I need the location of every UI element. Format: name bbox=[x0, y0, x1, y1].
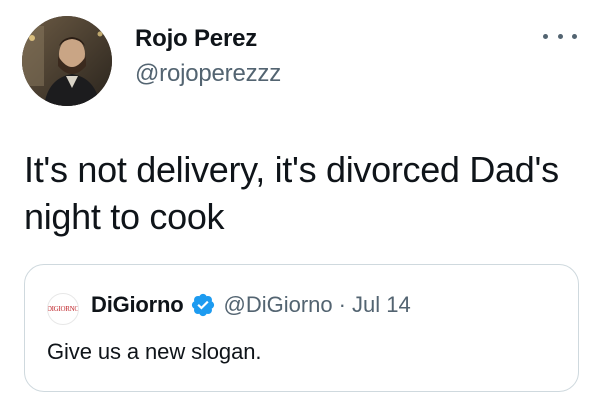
verified-badge-icon bbox=[190, 292, 216, 318]
quote-author-handle[interactable]: @DiGiorno bbox=[224, 292, 333, 318]
quote-avatar-logo-text: DIGIORNO bbox=[47, 305, 79, 313]
author-handle[interactable]: @rojoperezzz bbox=[135, 60, 281, 88]
quote-header: DiGiorno @DiGiorno · Jul 14 bbox=[91, 292, 411, 318]
tweet-text: It's not delivery, it's divorced Dad's n… bbox=[24, 149, 559, 237]
separator: · bbox=[338, 292, 346, 317]
quote-text: Give us a new slogan. bbox=[47, 339, 262, 364]
dot bbox=[557, 33, 563, 39]
tweet: Rojo Perez @rojoperezzz It's not deliver… bbox=[0, 0, 599, 413]
dot bbox=[543, 33, 548, 39]
quote-date[interactable]: Jul 14 bbox=[352, 292, 411, 318]
author-name[interactable]: Rojo Perez bbox=[135, 25, 257, 53]
dot bbox=[572, 33, 577, 39]
quote-author-avatar[interactable]: DIGIORNO bbox=[47, 293, 79, 325]
quote-tweet-card[interactable]: DIGIORNO DiGiorno @DiGiorno · Jul 14 Giv… bbox=[24, 264, 579, 392]
more-horizontal-icon[interactable] bbox=[543, 26, 577, 46]
author-avatar[interactable] bbox=[22, 16, 112, 106]
quote-author-name[interactable]: DiGiorno bbox=[91, 292, 184, 318]
